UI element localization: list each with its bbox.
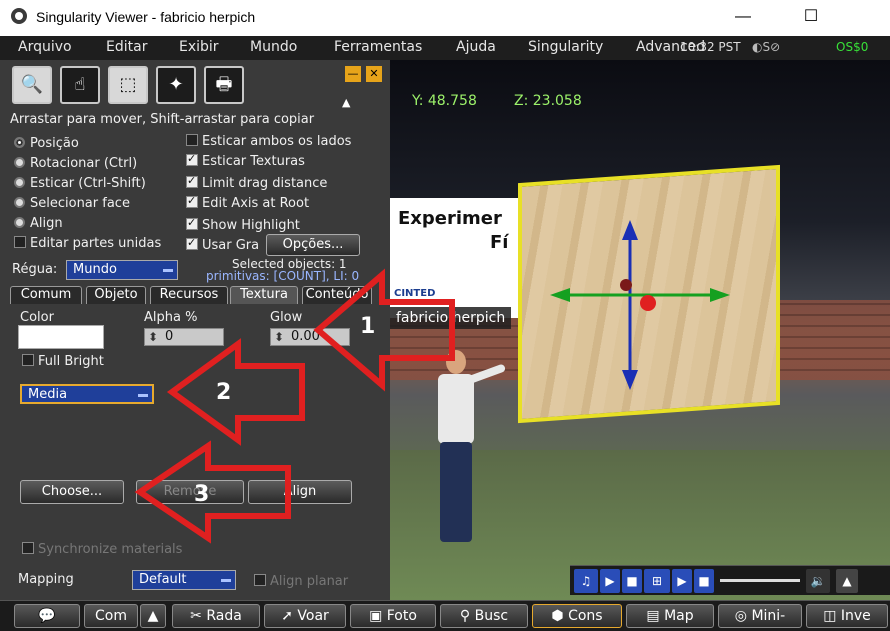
minimap-icon: ◎ [734, 608, 752, 624]
bottom-toolbar: 💬 Com ▲ ✂ Rada ➚ Voar ▣ Foto ⚲ Busc ⬢ Co… [0, 600, 890, 631]
inventory-button[interactable]: ◫ Inve [806, 604, 888, 628]
cube-icon: ⬢ [551, 608, 569, 624]
annotation-arrow-3-icon [134, 440, 291, 544]
map-button[interactable]: ▤ Map [626, 604, 714, 628]
inventory-icon: ◫ [823, 608, 841, 624]
radar-icon: ✂ [190, 608, 207, 624]
search-button[interactable]: ⚲ Busc [440, 604, 528, 628]
annotation-arrow-2-icon [166, 338, 305, 446]
build-button[interactable]: ⬢ Cons [532, 604, 622, 628]
annotation-overlay [134, 268, 455, 544]
annotation-label-3: 3 [194, 482, 210, 507]
minimap-button[interactable]: ◎ Mini- [718, 604, 802, 628]
fly-button[interactable]: ➚ Voar [264, 604, 346, 628]
fly-icon: ➚ [281, 608, 298, 624]
search-icon: ⚲ [459, 608, 475, 624]
camera-icon: ▣ [369, 608, 387, 624]
annotation-label-1: 1 [360, 314, 376, 339]
annotation-label-2: 2 [216, 380, 232, 405]
map-icon: ▤ [646, 608, 665, 624]
annotation-arrow-1-icon [313, 268, 455, 392]
expand-chat-button[interactable]: ▲ [140, 604, 166, 628]
radar-button[interactable]: ✂ Rada [172, 604, 260, 628]
chat-bubble-button[interactable]: 💬 [14, 604, 80, 628]
communicate-button[interactable]: Com [84, 604, 138, 628]
snapshot-button[interactable]: ▣ Foto [350, 604, 436, 628]
